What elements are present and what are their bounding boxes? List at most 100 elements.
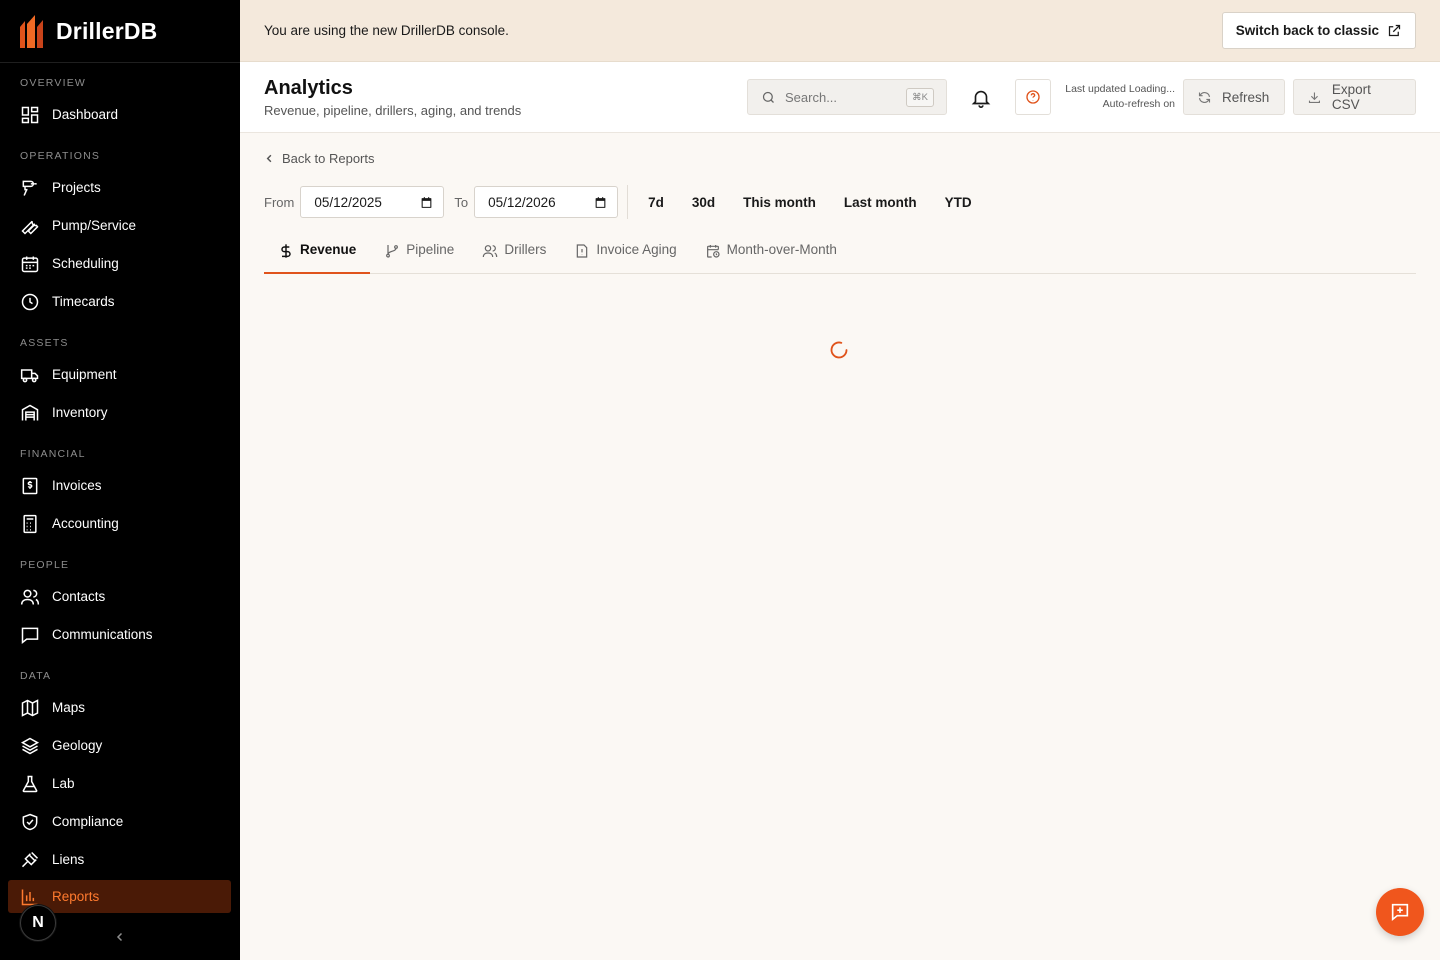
search-icon <box>762 91 774 103</box>
users-icon <box>20 589 40 605</box>
nav-section-operations: OPERATIONS <box>20 150 101 162</box>
sidebar-item-contacts[interactable]: Contacts <box>8 580 231 613</box>
chevron-left-icon <box>116 932 123 942</box>
analytics-tabs: Revenue Pipeline Drillers Invoice Aging … <box>264 237 1416 274</box>
sidebar-item-label: Timecards <box>52 294 115 309</box>
from-date-value: 05/12/2025 <box>314 194 382 210</box>
sidebar-item-label: Accounting <box>52 516 119 531</box>
sidebar-item-label: Projects <box>52 180 101 195</box>
calendar-icon <box>421 196 432 208</box>
help-button[interactable] <box>1015 79 1051 115</box>
sidebar-item-label: Pump/Service <box>52 218 137 233</box>
notifications-bell-icon[interactable] <box>970 87 992 109</box>
preset-this-month[interactable]: This month <box>729 186 830 218</box>
refresh-button[interactable]: Refresh <box>1183 79 1285 115</box>
switch-to-classic-button[interactable]: Switch back to classic <box>1221 12 1416 49</box>
help-circle-icon <box>1026 90 1040 104</box>
auto-refresh-text: Auto-refresh on <box>1102 98 1175 110</box>
sidebar-item-pump-service[interactable]: Pump/Service <box>8 209 231 242</box>
preset-ytd[interactable]: YTD <box>931 186 986 218</box>
filter-divider <box>627 185 629 219</box>
refresh-icon <box>1198 91 1211 103</box>
sidebar-item-inventory[interactable]: Inventory <box>8 396 231 429</box>
sidebar-item-label: Compliance <box>52 814 124 829</box>
sidebar-item-compliance[interactable]: Compliance <box>8 805 231 838</box>
sidebar-item-lab[interactable]: Lab <box>8 767 231 800</box>
export-csv-button[interactable]: Export CSV <box>1293 79 1416 115</box>
last-updated-text: Last updated Loading... <box>1065 83 1175 95</box>
last-updated-status: Last updated Loading... Auto-refresh on <box>1065 82 1175 112</box>
brand[interactable]: DrillerDB <box>0 0 240 63</box>
sidebar-item-label: Lab <box>52 776 75 791</box>
tab-drillers[interactable]: Drillers <box>468 237 560 274</box>
sidebar-item-scheduling[interactable]: Scheduling <box>8 247 231 280</box>
sidebar-item-dashboard[interactable]: Dashboard <box>8 98 231 131</box>
invoice-icon <box>22 477 38 494</box>
calendar-icon <box>595 196 606 208</box>
sidebar-item-maps[interactable]: Maps <box>8 691 231 724</box>
tab-label: Pipeline <box>406 242 455 257</box>
nav-section-data: DATA <box>20 670 52 682</box>
sidebar-item-label: Dashboard <box>52 107 119 122</box>
file-alert-icon <box>577 244 588 258</box>
drillerdb-logo-icon <box>20 15 43 48</box>
brand-name: DrillerDB <box>56 17 158 44</box>
dashboard-icon <box>21 106 39 123</box>
search-placeholder: Search... <box>785 89 838 105</box>
tab-month-over-month[interactable]: Month-over-Month <box>691 237 851 274</box>
drill-icon <box>22 180 37 196</box>
nav-section-people: PEOPLE <box>20 559 70 571</box>
chat-button[interactable] <box>1376 888 1424 936</box>
sidebar-item-equipment[interactable]: Equipment <box>8 358 231 391</box>
sidebar-item-communications[interactable]: Communications <box>8 618 231 651</box>
page-title: Analytics <box>264 77 353 99</box>
sidebar-item-label: Communications <box>52 627 153 642</box>
collapse-sidebar-button[interactable] <box>110 927 130 947</box>
page-header: Analytics Revenue, pipeline, drillers, a… <box>240 62 1440 133</box>
tab-label: Month-over-Month <box>726 242 837 257</box>
sidebar-item-accounting[interactable]: Accounting <box>8 507 231 540</box>
layers-icon <box>20 737 40 754</box>
sidebar-item-invoices[interactable]: Invoices <box>8 469 231 502</box>
to-date-input[interactable]: 05/12/2026 <box>474 186 619 218</box>
chevron-left-icon <box>266 154 272 163</box>
tab-invoice-aging[interactable]: Invoice Aging <box>560 237 690 274</box>
message-plus-icon <box>1391 903 1409 922</box>
sidebar-item-projects[interactable]: Projects <box>8 171 231 204</box>
sidebar: DrillerDB OVERVIEW Dashboard OPERATIONS … <box>0 0 240 960</box>
user-avatar[interactable]: N <box>20 905 56 941</box>
console-banner: You are using the new DrillerDB console.… <box>240 0 1440 62</box>
sidebar-item-label: Inventory <box>52 405 108 420</box>
nav-section-assets: ASSETS <box>20 337 69 349</box>
page-subtitle: Revenue, pipeline, drillers, aging, and … <box>264 103 522 118</box>
preset-7d[interactable]: 7d <box>634 186 678 218</box>
date-range-filters: From 05/12/2025 To 05/12/2026 7d 30d Thi… <box>264 185 986 219</box>
calendar-clock-icon <box>706 245 720 258</box>
preset-last-month[interactable]: Last month <box>830 186 931 218</box>
sidebar-item-timecards[interactable]: Timecards <box>8 285 231 318</box>
message-icon <box>21 627 39 644</box>
tab-label: Revenue <box>300 242 357 257</box>
sidebar-item-label: Liens <box>52 852 85 867</box>
from-date-input[interactable]: 05/12/2025 <box>300 186 445 218</box>
gavel-icon <box>21 851 39 867</box>
back-to-reports-label: Back to Reports <box>282 151 375 166</box>
wrench-icon <box>21 220 39 235</box>
back-to-reports-link[interactable]: Back to Reports <box>264 151 375 166</box>
tab-pipeline[interactable]: Pipeline <box>370 237 468 274</box>
external-link-icon <box>1388 24 1401 37</box>
search-input[interactable]: Search... ⌘K <box>747 79 947 115</box>
sidebar-item-label: Maps <box>52 700 86 715</box>
sidebar-item-liens[interactable]: Liens <box>8 843 231 876</box>
clock-icon <box>21 293 39 310</box>
tab-label: Invoice Aging <box>596 242 677 257</box>
map-icon <box>21 698 39 717</box>
preset-30d[interactable]: 30d <box>678 186 729 218</box>
nav-section-overview: OVERVIEW <box>20 77 87 89</box>
analytics-content: Back to Reports From 05/12/2025 To 05/12… <box>240 133 1440 960</box>
git-branch-icon <box>386 245 399 258</box>
flask-icon <box>22 775 38 792</box>
tab-revenue[interactable]: Revenue <box>264 237 371 274</box>
sidebar-item-geology[interactable]: Geology <box>8 729 231 762</box>
calendar-icon <box>21 256 39 272</box>
